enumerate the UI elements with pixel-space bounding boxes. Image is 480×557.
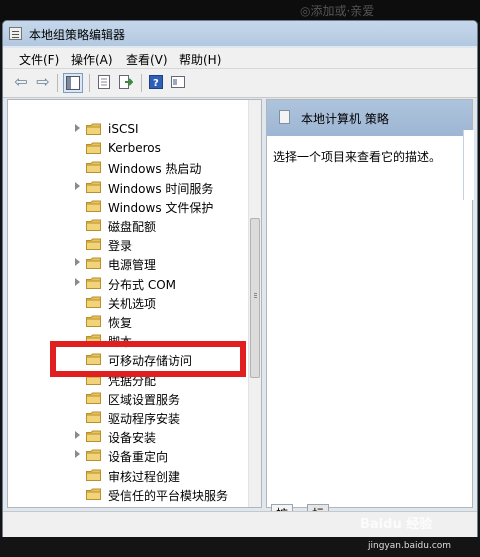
details-description: 选择一个项目来查看它的描述。 xyxy=(273,150,442,164)
policy-icon xyxy=(279,110,290,124)
background-text: ◎添加或·亲爱 xyxy=(300,4,375,18)
folder-icon xyxy=(86,200,101,212)
menu-file[interactable]: 文件(F) xyxy=(19,51,59,68)
tree-item-label: 登录 xyxy=(108,239,133,254)
tree-item-label: Windows 文件保护 xyxy=(108,200,214,215)
tree-item[interactable]: 关机选项 xyxy=(8,293,248,312)
folder-icon xyxy=(86,507,101,508)
menu-action[interactable]: 操作(A) xyxy=(71,51,113,68)
folder-icon xyxy=(86,449,101,462)
details-list-edge xyxy=(463,130,474,200)
scrollbar-grip xyxy=(254,293,257,294)
expand-arrow-icon[interactable] xyxy=(75,450,80,459)
watermark-url: jingyan.baidu.com xyxy=(368,541,452,551)
tree-item[interactable]: Kerberos xyxy=(8,139,248,158)
folder-icon xyxy=(86,219,101,231)
tree-item[interactable]: 区域设置服务 xyxy=(8,389,248,408)
toolbar-separator xyxy=(141,74,142,92)
folder-icon xyxy=(86,181,101,193)
tree-item[interactable]: 磁盘配额 xyxy=(8,216,248,235)
folder-icon xyxy=(86,123,101,135)
tree-item[interactable]: Windows 文件保护 xyxy=(8,197,248,216)
tree-item[interactable]: 电源管理 xyxy=(8,254,248,273)
tree-item-label: 设备重定向 xyxy=(108,450,169,465)
main-content: iSCSI Kerberos Windows 热启动 Windows 时间服务 Wind… xyxy=(7,99,474,539)
tree-item[interactable]: 设备安装 xyxy=(8,427,248,446)
title-bar[interactable]: 本地组策略编辑器 xyxy=(3,21,477,46)
gpedit-window: 本地组策略编辑器 文件(F) 操作(A) 查看(V) 帮助(H) ⇦ ⇨ ? i… xyxy=(2,20,478,539)
console-tree-icon[interactable] xyxy=(63,73,83,93)
expand-arrow-icon[interactable] xyxy=(75,277,80,286)
details-title: 本地计算机 策略 xyxy=(301,112,389,126)
folder-icon xyxy=(86,430,101,443)
tree-item-label: 关机选项 xyxy=(108,296,157,311)
tree-item-label: 区域设置服务 xyxy=(108,392,181,407)
tree-item[interactable]: 登录 xyxy=(8,235,248,254)
folder-icon xyxy=(86,238,101,251)
svg-text:?: ? xyxy=(153,78,159,89)
folder-icon xyxy=(86,488,101,500)
tree-item[interactable]: 恢复 xyxy=(8,312,248,331)
folder-icon xyxy=(86,469,101,481)
tree-item[interactable]: 审核过程创建 xyxy=(8,466,248,485)
folder-icon xyxy=(86,411,101,423)
background-taskbar: ◎添加或·亲爱 xyxy=(0,0,480,22)
app-icon xyxy=(9,27,22,40)
tree-item[interactable]: Windows 热启动 xyxy=(8,158,248,177)
export-icon[interactable] xyxy=(117,73,137,93)
expand-arrow-icon[interactable] xyxy=(75,181,80,190)
expand-arrow-icon[interactable] xyxy=(75,431,80,440)
help-icon[interactable]: ? xyxy=(147,73,167,93)
tree-item-label: 分布式 COM xyxy=(108,277,176,292)
view-icon[interactable] xyxy=(169,73,189,93)
tree-item-label: Windows 热启动 xyxy=(108,162,202,177)
back-arrow-icon[interactable]: ⇦ xyxy=(11,73,31,93)
scrollbar-thumb[interactable] xyxy=(250,218,260,378)
tree-item-label: Windows 时间服务 xyxy=(108,181,214,196)
tree-item-label: 磁盘配额 xyxy=(108,220,157,234)
details-pane: 本地计算机 策略 选择一个项目来查看它的描述。 xyxy=(266,99,474,508)
folder-icon xyxy=(86,277,101,289)
menu-help[interactable]: 帮助(H) xyxy=(179,51,221,68)
highlight-annotation xyxy=(50,341,246,377)
forward-arrow-icon[interactable]: ⇨ xyxy=(33,73,53,93)
watermark-logo: Baidu 经验 xyxy=(360,517,433,532)
tree-item[interactable]: 设备重定向 xyxy=(8,446,248,465)
expand-arrow-icon[interactable] xyxy=(75,258,80,267)
tree-item-label: 电源管理 xyxy=(108,258,157,273)
tree-scrollbar[interactable] xyxy=(248,100,261,507)
tree-item[interactable]: 受信任的平台模块服务 xyxy=(8,485,248,504)
tree-item[interactable]: 分布式 COM xyxy=(8,274,248,293)
tree-item-label: 驱动程序安装 xyxy=(108,412,181,426)
tree-item[interactable]: 网络登录 xyxy=(8,504,248,508)
tree-item-label: iSCSI xyxy=(108,122,139,136)
window-title: 本地组策略编辑器 xyxy=(29,28,126,42)
properties-icon[interactable] xyxy=(95,73,115,93)
tree-item-label: 审核过程创建 xyxy=(108,469,181,484)
details-header: 本地计算机 策略 xyxy=(267,100,472,136)
toolbar-separator xyxy=(89,74,90,92)
folder-icon xyxy=(86,315,101,327)
tree-item-label: 恢复 xyxy=(108,316,133,330)
tree-item[interactable]: iSCSI xyxy=(8,120,248,139)
toolbar: ⇦ ⇨ ? xyxy=(3,69,477,98)
toolbar-separator xyxy=(57,74,58,92)
folder-icon xyxy=(86,257,101,270)
menu-view[interactable]: 查看(V) xyxy=(126,51,168,68)
tree-item-label: Kerberos xyxy=(108,141,161,156)
folder-icon xyxy=(86,296,101,308)
folder-icon xyxy=(86,161,101,174)
tree-item-label: 网络登录 xyxy=(108,506,156,507)
expand-arrow-icon[interactable] xyxy=(75,124,80,132)
console-tree: iSCSI Kerberos Windows 热启动 Windows 时间服务 Wind… xyxy=(7,99,262,508)
folder-icon xyxy=(86,392,101,404)
folder-icon xyxy=(86,142,101,155)
menu-bar: 文件(F) 操作(A) 查看(V) 帮助(H) xyxy=(3,48,477,69)
tree-item-label: 受信任的平台模块服务 xyxy=(108,488,229,503)
tree-item[interactable]: 驱动程序安装 xyxy=(8,408,248,427)
tree-item[interactable]: Windows 时间服务 xyxy=(8,178,248,197)
tree-item-label: 设备安装 xyxy=(108,431,157,446)
